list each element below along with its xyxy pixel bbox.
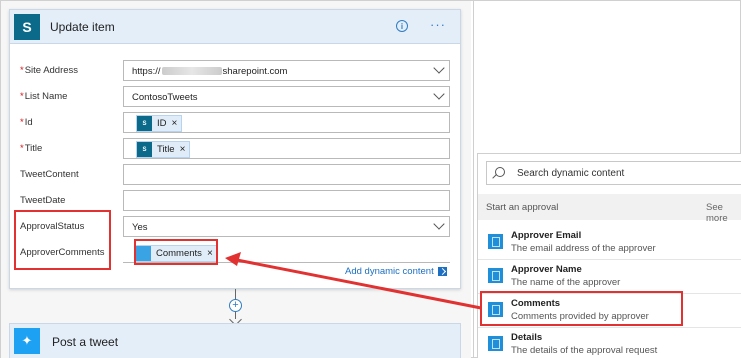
start-approval-section: Start an approval See more xyxy=(478,194,741,224)
site-address-field[interactable]: https:// sharepoint.com xyxy=(123,60,450,81)
site-address-label: *Site Address xyxy=(20,65,78,76)
approval-icon xyxy=(488,336,503,351)
more-options-icon[interactable]: ··· xyxy=(430,17,446,32)
site-address-value: https:// sharepoint.com xyxy=(132,66,287,77)
item-name: Approver Email xyxy=(511,230,582,241)
update-item-card: S Update item i ··· *Site Address https:… xyxy=(9,9,461,289)
panel-divider xyxy=(473,1,474,358)
approval-icon xyxy=(488,268,503,283)
dynamic-content-search[interactable]: Search dynamic content xyxy=(486,161,741,185)
list-name-label: *List Name xyxy=(20,91,67,102)
search-icon xyxy=(495,167,505,177)
card-title: Update item xyxy=(50,19,115,34)
id-label: *Id xyxy=(20,117,33,128)
blurred-tenant xyxy=(161,67,222,76)
list-name-label-text: List Name xyxy=(24,91,68,102)
item-name: Details xyxy=(511,332,543,343)
sharepoint-icon: S xyxy=(137,116,152,131)
flow-designer-screen: S Update item i ··· *Site Address https:… xyxy=(0,0,741,358)
title-label: *Title xyxy=(20,143,42,154)
site-address-suffix: sharepoint.com xyxy=(222,66,288,77)
post-tweet-card[interactable]: ✦ Post a tweet xyxy=(9,323,461,358)
add-dynamic-content-icon[interactable] xyxy=(437,266,447,276)
item-description: The name of the approver xyxy=(511,277,621,288)
id-label-text: Id xyxy=(24,117,33,128)
dynamic-item-approver-email[interactable]: Approver Email The email address of the … xyxy=(478,226,741,260)
title-label-text: Title xyxy=(24,143,43,154)
list-name-row: *List Name ContosoTweets xyxy=(10,86,460,108)
item-description: The details of the approval request xyxy=(511,345,658,356)
post-tweet-title: Post a tweet xyxy=(52,335,119,349)
section-title: Start an approval xyxy=(486,202,559,213)
approval-status-value: Yes xyxy=(132,222,148,233)
id-row: *Id S ID × xyxy=(10,112,460,134)
item-name: Approver Name xyxy=(511,264,582,275)
approval-status-field[interactable]: Yes xyxy=(123,216,450,237)
token-label: ID xyxy=(157,118,167,129)
remove-token-icon[interactable]: × xyxy=(180,144,186,155)
twitter-icon: ✦ xyxy=(14,328,40,354)
required-mark: * xyxy=(20,143,24,154)
title-token[interactable]: S Title × xyxy=(136,141,191,158)
item-description: The email address of the approver xyxy=(511,243,656,254)
list-name-value: ContosoTweets xyxy=(132,92,198,103)
tweet-date-row: TweetDate xyxy=(10,190,460,212)
designer-canvas: S Update item i ··· *Site Address https:… xyxy=(1,1,471,358)
dynamic-item-details[interactable]: Details The details of the approval requ… xyxy=(478,328,741,358)
add-dynamic-content-link[interactable]: Add dynamic content xyxy=(345,266,447,277)
token-label: Title xyxy=(157,144,175,155)
dynamic-item-approver-name[interactable]: Approver Name The name of the approver xyxy=(478,260,741,294)
highlight-box-comments xyxy=(480,291,683,326)
sharepoint-icon: S xyxy=(137,142,152,157)
required-mark: * xyxy=(20,91,24,102)
add-dynamic-content-text: Add dynamic content xyxy=(345,266,434,277)
chevron-down-icon[interactable] xyxy=(433,218,445,230)
tweet-content-row: TweetContent xyxy=(10,164,460,186)
site-address-prefix: https:// xyxy=(132,66,161,77)
site-address-row: *Site Address https:// sharepoint.com xyxy=(10,60,460,82)
remove-token-icon[interactable]: × xyxy=(172,118,178,129)
tweet-date-field[interactable] xyxy=(123,190,450,211)
sharepoint-icon: S xyxy=(14,13,40,40)
see-more-link[interactable]: See more xyxy=(706,202,741,224)
approval-icon xyxy=(488,234,503,249)
add-step-plus-icon[interactable]: + xyxy=(229,299,242,312)
chevron-down-icon[interactable] xyxy=(433,88,445,100)
id-token[interactable]: S ID × xyxy=(136,115,183,132)
info-icon[interactable]: i xyxy=(396,20,408,32)
highlight-box-token xyxy=(134,239,218,265)
id-field[interactable]: S ID × xyxy=(123,112,450,133)
required-mark: * xyxy=(20,65,24,76)
site-address-label-text: Site Address xyxy=(24,65,79,76)
highlight-box-labels xyxy=(14,210,111,270)
tweet-content-field[interactable] xyxy=(123,164,450,185)
chevron-down-icon[interactable] xyxy=(433,62,445,74)
update-item-header[interactable]: S Update item i ··· xyxy=(10,10,460,44)
required-mark: * xyxy=(20,117,24,128)
search-placeholder: Search dynamic content xyxy=(517,168,625,179)
tweet-date-label: TweetDate xyxy=(20,195,66,206)
tweet-content-label: TweetContent xyxy=(20,169,79,180)
list-name-field[interactable]: ContosoTweets xyxy=(123,86,450,107)
title-field[interactable]: S Title × xyxy=(123,138,450,159)
dynamic-content-panel: Search dynamic content Start an approval… xyxy=(477,153,741,358)
title-row: *Title S Title × xyxy=(10,138,460,160)
